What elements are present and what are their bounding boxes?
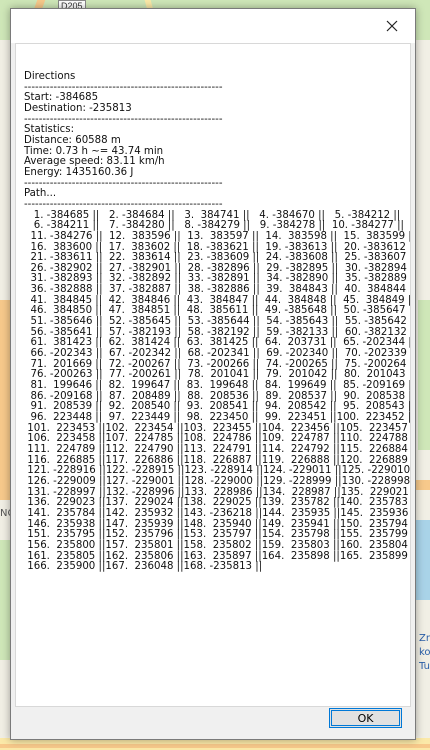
directions-text-area[interactable]: Directions -----------------------------…: [15, 43, 411, 707]
directions-dialog: Directions -----------------------------…: [10, 8, 416, 740]
ok-button[interactable]: OK: [329, 708, 402, 728]
path-line: 156. 235800 ||157. 235801 ||158. 235802 …: [24, 539, 411, 551]
distance-line: Distance: 60588 m: [24, 134, 121, 146]
path-line: 126. -229009 ||127. -229001 ||128. -2290…: [24, 475, 411, 487]
close-icon: [386, 20, 398, 32]
path-list: 1. -384685 || 2. -384684 || 3. 384741 ||…: [24, 210, 411, 573]
divider: ----------------------------------------…: [24, 177, 223, 189]
button-bar: OK: [11, 706, 415, 739]
map-label-right-2: ko: [419, 647, 430, 658]
map-label-right-1: Zr: [419, 633, 430, 644]
divider: ----------------------------------------…: [24, 113, 223, 125]
path-line: 141. 235784 ||142. 235932 ||143. -236218…: [24, 507, 411, 519]
close-button[interactable]: [369, 9, 415, 43]
energy-line: Energy: 1435160.36 J: [24, 166, 134, 178]
path-line: 11. -384276 || 12. 383596 || 13. 383597 …: [24, 230, 411, 242]
title-bar[interactable]: [11, 9, 415, 43]
path-line: 166. 235900 ||167. 236048 ||168. -235813…: [24, 561, 263, 573]
map-label-right-3: Tu: [419, 661, 430, 672]
divider: ----------------------------------------…: [24, 198, 223, 210]
